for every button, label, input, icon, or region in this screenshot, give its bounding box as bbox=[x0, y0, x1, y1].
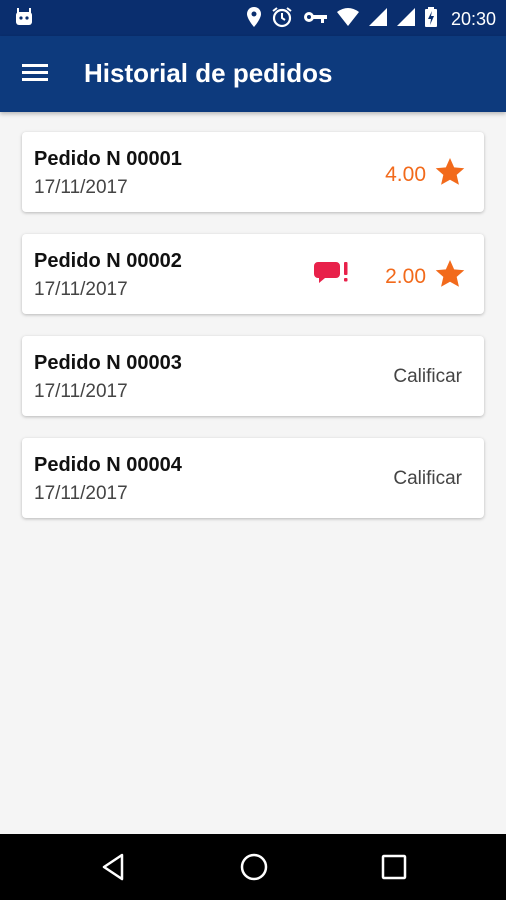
rate-button[interactable]: Calificar bbox=[393, 468, 462, 490]
order-title: Pedido N 00002 bbox=[34, 250, 182, 272]
order-list: Pedido N 00001 17/11/2017 4.00 Pedido N … bbox=[22, 132, 484, 540]
star-icon bbox=[434, 156, 466, 193]
order-title: Pedido N 00004 bbox=[34, 454, 182, 476]
android-icon bbox=[14, 8, 34, 31]
wifi-icon bbox=[336, 8, 359, 31]
menu-icon[interactable] bbox=[22, 60, 56, 88]
star-icon bbox=[434, 258, 466, 295]
feedback-alert-icon[interactable] bbox=[314, 260, 350, 293]
order-card[interactable]: Pedido N 00002 17/11/2017 2.00 bbox=[22, 234, 484, 314]
order-card[interactable]: Pedido N 00004 17/11/2017 Calificar bbox=[22, 438, 484, 518]
order-card[interactable]: Pedido N 00001 17/11/2017 4.00 bbox=[22, 132, 484, 212]
battery-charging-icon bbox=[424, 7, 437, 32]
order-date: 17/11/2017 bbox=[34, 483, 128, 504]
alarm-icon bbox=[271, 6, 293, 33]
order-title: Pedido N 00001 bbox=[34, 148, 182, 170]
order-rating: 2.00 bbox=[385, 258, 466, 295]
order-date: 17/11/2017 bbox=[34, 381, 128, 402]
recents-icon[interactable] bbox=[380, 852, 408, 887]
back-icon[interactable] bbox=[100, 852, 126, 887]
key-icon bbox=[303, 10, 327, 29]
status-time: 20:30 bbox=[450, 9, 496, 29]
order-card[interactable]: Pedido N 00003 17/11/2017 Calificar bbox=[22, 336, 484, 416]
signal-icon bbox=[396, 8, 415, 31]
rate-button[interactable]: Calificar bbox=[393, 366, 462, 388]
signal-icon bbox=[368, 8, 387, 31]
home-icon[interactable] bbox=[239, 852, 269, 887]
rating-value: 2.00 bbox=[385, 264, 426, 288]
app-bar: Historial de pedidos bbox=[0, 36, 506, 112]
page-title: Historial de pedidos bbox=[84, 58, 333, 88]
order-rating: 4.00 bbox=[385, 156, 466, 193]
status-bar: 20:30 bbox=[0, 0, 506, 36]
order-date: 17/11/2017 bbox=[34, 279, 128, 300]
location-icon bbox=[246, 7, 261, 32]
rating-value: 4.00 bbox=[385, 162, 426, 186]
navigation-bar bbox=[0, 834, 506, 900]
order-title: Pedido N 00003 bbox=[34, 352, 182, 374]
order-date: 17/11/2017 bbox=[34, 177, 128, 198]
